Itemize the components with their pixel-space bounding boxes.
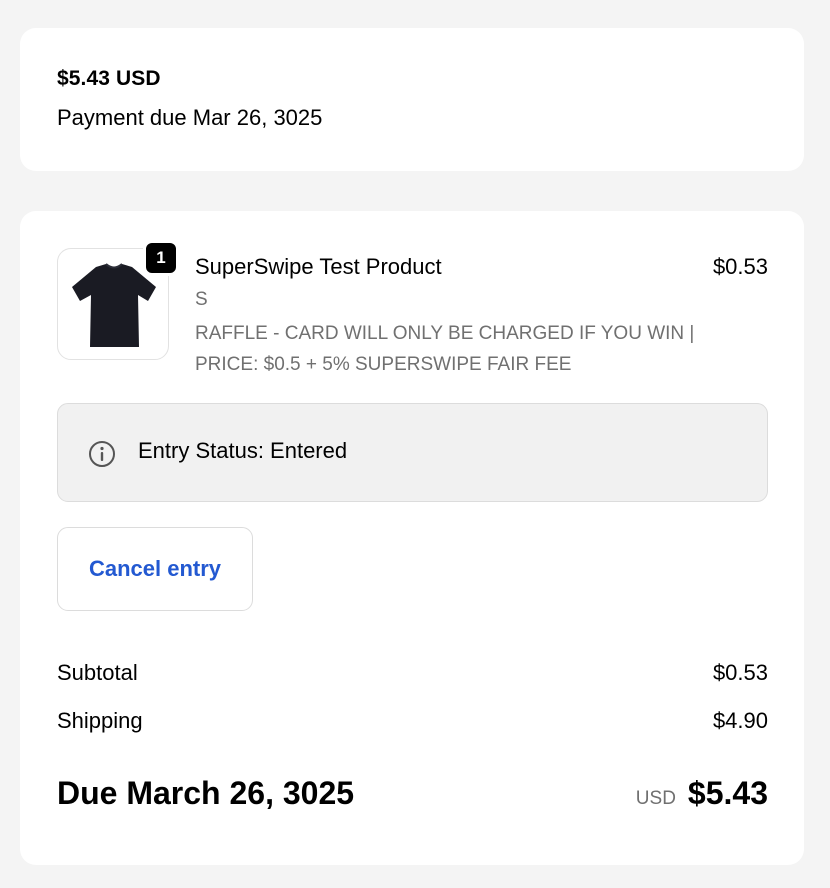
currency-code: USD	[635, 788, 676, 809]
payment-due-date: Payment due Mar 26, 3025	[57, 105, 323, 130]
product-variant: S	[195, 289, 208, 310]
entry-status-text: Entry Status: Entered	[138, 438, 348, 463]
product-note: RAFFLE - CARD WILL ONLY BE CHARGED IF YO…	[195, 323, 695, 375]
shipping-label: Shipping	[57, 708, 143, 733]
due-total: USD $5.43	[636, 775, 768, 812]
due-amount: $5.43	[687, 775, 768, 811]
shipping-value: $4.90	[712, 708, 768, 733]
quantity-badge: 1	[143, 240, 179, 276]
subtotal-value: $0.53	[712, 660, 768, 685]
product-name: SuperSwipe Test Product	[195, 254, 442, 279]
due-date-label: Due March 26, 3025	[57, 775, 355, 811]
order-details-card: 1 SuperSwipe Test Product $0.53 S RAFFLE…	[20, 211, 804, 865]
entry-status-banner: Entry Status: Entered	[57, 403, 768, 502]
total-amount: $5.43 USD	[57, 67, 161, 90]
info-icon	[89, 441, 115, 467]
subtotal-label: Subtotal	[57, 660, 138, 685]
cancel-entry-button[interactable]: Cancel entry	[57, 527, 253, 611]
product-price: $0.53	[712, 254, 768, 279]
payment-summary-card: $5.43 USD Payment due Mar 26, 3025	[20, 28, 804, 171]
